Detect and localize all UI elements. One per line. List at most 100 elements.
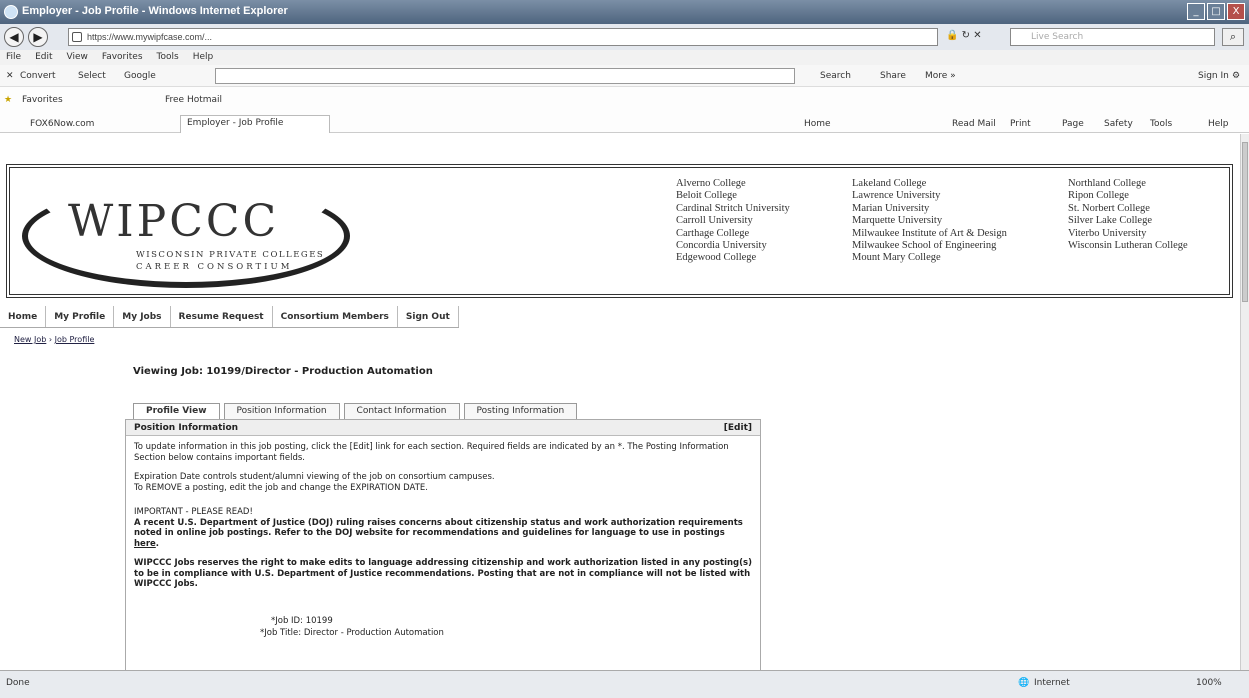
tab-posting-information[interactable]: Posting Information bbox=[463, 403, 578, 419]
sign-in-link[interactable]: Sign In bbox=[1198, 65, 1229, 87]
more-button[interactable]: More » bbox=[925, 65, 956, 87]
close-button[interactable]: X bbox=[1227, 3, 1245, 20]
lock-icon[interactable]: 🔒 ↻ ✕ bbox=[946, 30, 982, 41]
print-button[interactable]: Print bbox=[1010, 117, 1031, 131]
expiration-text: Expiration Date controls student/alumni … bbox=[134, 472, 752, 493]
free-hotmail-link[interactable]: Free Hotmail bbox=[165, 93, 222, 107]
google-toolbar: ✕ Convert Select Google Search Share Mor… bbox=[0, 65, 1249, 87]
breadcrumb-new-job[interactable]: New Job bbox=[14, 335, 46, 344]
job-id-value: 10199 bbox=[305, 615, 333, 626]
nav-my-jobs[interactable]: My Jobs bbox=[114, 306, 171, 327]
page-menu[interactable]: Page bbox=[1062, 117, 1084, 131]
tab-title: Employer - Job Profile bbox=[187, 118, 284, 128]
address-bar: ◀ ▶ https://www.mywipfcase.com/... 🔒 ↻ ✕… bbox=[0, 24, 1249, 50]
wipccc-policy-text: WIPCCC Jobs reserves the right to make e… bbox=[134, 558, 752, 589]
star-icon: ★ bbox=[4, 95, 13, 105]
college-name: Milwaukee School of Engineering bbox=[852, 240, 997, 252]
college-name: Beloit College bbox=[676, 190, 737, 202]
important-heading: IMPORTANT - PLEASE READ! bbox=[134, 507, 253, 517]
search-button[interactable]: Search bbox=[820, 65, 851, 87]
nav-resume-request[interactable]: Resume Request bbox=[171, 306, 273, 327]
college-name: Milwaukee Institute of Art & Design bbox=[852, 227, 1007, 239]
share-button[interactable]: Share bbox=[880, 65, 906, 87]
url-text: https://www.mywipfcase.com/... bbox=[87, 32, 213, 42]
menu-favorites[interactable]: Favorites bbox=[102, 50, 143, 65]
logo-text: WIPCCC bbox=[68, 196, 280, 247]
zoom-level[interactable]: 100% bbox=[1196, 678, 1222, 688]
maximize-button[interactable]: □ bbox=[1207, 3, 1225, 20]
forward-arrow-icon[interactable]: ▶ bbox=[28, 27, 48, 47]
select-button[interactable]: Select bbox=[78, 65, 106, 87]
college-list-2: Lakeland College Lawrence University Mar… bbox=[852, 178, 1007, 265]
job-title-value: Director - Production Automation bbox=[303, 628, 444, 638]
ie-logo-icon bbox=[4, 5, 18, 19]
minimize-button[interactable]: _ bbox=[1187, 3, 1205, 20]
google-search-input[interactable] bbox=[215, 68, 795, 84]
college-name: Marquette University bbox=[852, 215, 943, 227]
menu-tools[interactable]: Tools bbox=[157, 50, 179, 65]
active-tab[interactable]: Employer - Job Profile bbox=[180, 115, 330, 133]
college-name: Viterbo University bbox=[1068, 227, 1147, 239]
edit-link[interactable]: [Edit] bbox=[724, 420, 752, 436]
expiration-line-1: Expiration Date controls student/alumni … bbox=[134, 472, 495, 482]
college-list-1: Alverno College Beloit College Cardinal … bbox=[676, 178, 790, 265]
job-id-row: *Job ID: 10199 bbox=[134, 616, 752, 627]
job-tabs: Profile View Position Information Contac… bbox=[133, 403, 578, 419]
college-name: Carthage College bbox=[676, 227, 750, 239]
college-name: Lakeland College bbox=[852, 178, 927, 189]
zone-label: Internet bbox=[1034, 678, 1070, 688]
menu-edit[interactable]: Edit bbox=[35, 50, 52, 65]
nav-sign-out[interactable]: Sign Out bbox=[398, 306, 459, 327]
position-info-panel: Position Information [Edit] To update in… bbox=[125, 419, 761, 670]
tab-contact-information[interactable]: Contact Information bbox=[343, 403, 460, 419]
college-name: Northland College bbox=[1068, 178, 1146, 189]
window-title-bar: Employer - Job Profile - Windows Interne… bbox=[0, 0, 1249, 24]
search-icon[interactable]: ⌕ bbox=[1222, 28, 1244, 46]
menu-file[interactable]: File bbox=[6, 50, 21, 65]
menu-help[interactable]: Help bbox=[193, 50, 214, 65]
panel-title: Position Information bbox=[134, 423, 239, 433]
close-toolbar-icon[interactable]: ✕ bbox=[6, 65, 14, 87]
page-content: WIPCCC WISCONSIN PRIVATE COLLEGES CAREER… bbox=[0, 134, 1240, 670]
nav-home[interactable]: Home bbox=[0, 306, 47, 327]
vertical-scrollbar[interactable] bbox=[1240, 134, 1249, 670]
url-input[interactable]: https://www.mywipfcase.com/... bbox=[68, 28, 938, 46]
favorites-button[interactable]: Favorites bbox=[22, 93, 63, 107]
college-name: Carroll University bbox=[676, 215, 753, 227]
page-icon bbox=[72, 32, 82, 42]
home-button[interactable]: Home bbox=[804, 117, 831, 131]
convert-button[interactable]: Convert bbox=[20, 65, 56, 87]
site-nav: Home My Profile My Jobs Resume Request C… bbox=[0, 306, 459, 328]
doj-text: A recent U.S. Department of Justice (DOJ… bbox=[134, 517, 743, 539]
favorites-bar: Favorites ★ Free Hotmail FOX6Now.com Emp… bbox=[0, 87, 1249, 133]
safety-menu[interactable]: Safety bbox=[1104, 117, 1133, 131]
expiration-line-2: To REMOVE a posting, edit the job and ch… bbox=[134, 482, 428, 493]
back-arrow-icon[interactable]: ◀ bbox=[4, 27, 24, 47]
college-name: Concordia University bbox=[676, 240, 767, 252]
menu-view[interactable]: View bbox=[67, 50, 88, 65]
logo-subtitle-2: CAREER CONSORTIUM bbox=[136, 262, 293, 272]
foxnow-tab[interactable]: FOX6Now.com bbox=[30, 117, 94, 131]
scrollbar-thumb[interactable] bbox=[1242, 142, 1248, 302]
panel-header: Position Information [Edit] bbox=[126, 420, 760, 436]
nav-my-profile[interactable]: My Profile bbox=[46, 306, 115, 327]
job-title-row: *Job Title: Director - Production Automa… bbox=[134, 628, 752, 639]
live-search-input[interactable]: Live Search bbox=[1010, 28, 1215, 46]
nav-consortium-members[interactable]: Consortium Members bbox=[273, 306, 398, 327]
here-link[interactable]: here bbox=[134, 539, 156, 549]
window-title: Employer - Job Profile - Windows Interne… bbox=[22, 5, 288, 17]
help-menu[interactable]: Help bbox=[1208, 117, 1229, 131]
job-title-label: *Job Title: bbox=[260, 628, 302, 638]
tab-profile-view[interactable]: Profile View bbox=[133, 403, 220, 419]
menu-bar: File Edit View Favorites Tools Help bbox=[0, 50, 1249, 65]
breadcrumb-job-profile[interactable]: Job Profile bbox=[55, 335, 95, 344]
status-done: Done bbox=[6, 678, 30, 688]
wrench-icon[interactable]: ⚙ bbox=[1232, 65, 1240, 87]
search-placeholder: Live Search bbox=[1031, 32, 1084, 42]
read-mail-button[interactable]: Read Mail bbox=[952, 117, 996, 131]
tab-position-information[interactable]: Position Information bbox=[223, 403, 340, 419]
tools-menu[interactable]: Tools bbox=[1150, 117, 1172, 131]
instructions-text: To update information in this job postin… bbox=[134, 442, 729, 463]
globe-icon: 🌐 bbox=[1018, 678, 1030, 688]
status-bar: Done 🌐 Internet 100% bbox=[0, 670, 1249, 698]
